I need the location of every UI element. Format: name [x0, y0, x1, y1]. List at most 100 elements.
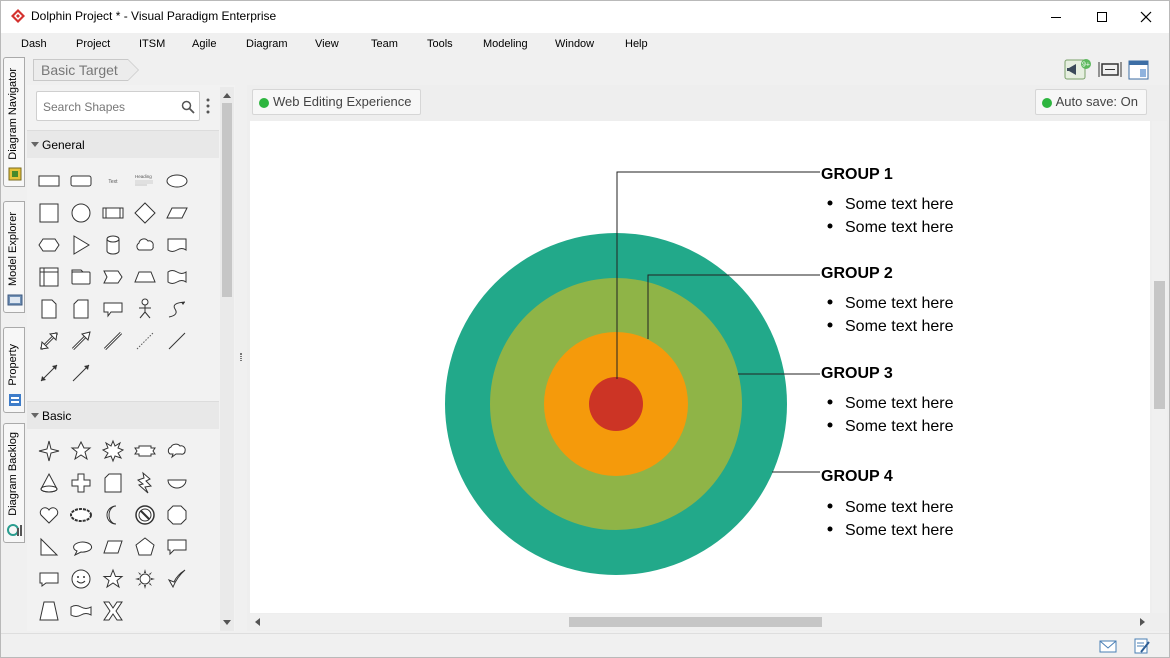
shape-cross[interactable]: [69, 471, 93, 495]
shape-trapezoid[interactable]: [133, 265, 157, 289]
menu-help[interactable]: Help: [625, 38, 648, 50]
shape-diamond[interactable]: [133, 201, 157, 225]
fit-diagram-button[interactable]: [1098, 59, 1122, 81]
group-4-label[interactable]: GROUP 4 Some text here Some text here: [821, 468, 954, 539]
scrollbar-thumb[interactable]: [222, 103, 232, 297]
shape-curved-connector[interactable]: [165, 297, 189, 321]
minimize-button[interactable]: [1033, 1, 1079, 33]
group-3-label[interactable]: GROUP 3 Some text here Some text here: [821, 365, 954, 435]
shape-oval-callout[interactable]: [69, 503, 93, 527]
canvas-vertical-scrollbar[interactable]: [1152, 121, 1167, 613]
panel-splitter[interactable]: [237, 85, 245, 631]
shape-speech-cloud[interactable]: [165, 439, 189, 463]
menu-project[interactable]: Project: [76, 38, 110, 50]
shape-sun[interactable]: [133, 567, 157, 591]
canvas-horizontal-scrollbar[interactable]: [250, 614, 1150, 630]
group-2-label[interactable]: GROUP 2 Some text here Some text here: [821, 265, 954, 335]
shape-4-point-star[interactable]: [37, 439, 61, 463]
shape-oval-speech[interactable]: [69, 535, 93, 559]
menu-team[interactable]: Team: [371, 38, 398, 50]
shape-card-rounded[interactable]: [69, 297, 93, 321]
shape-folded-corner[interactable]: [101, 471, 125, 495]
tab-property[interactable]: Property: [3, 327, 25, 413]
shape-moon[interactable]: [101, 503, 125, 527]
scroll-right-icon[interactable]: [1140, 618, 1145, 626]
scroll-down-icon[interactable]: [223, 620, 231, 625]
tab-diagram-navigator[interactable]: Diagram Navigator: [3, 57, 25, 187]
shape-line[interactable]: [165, 329, 189, 353]
shape-rect-callout[interactable]: [165, 535, 189, 559]
shape-actor[interactable]: [133, 297, 157, 321]
notifications-button[interactable]: 9+: [1064, 59, 1091, 81]
autosave-badge[interactable]: Auto save: On: [1034, 89, 1147, 115]
shape-cloud[interactable]: [133, 233, 157, 257]
edit-note-icon[interactable]: [1133, 638, 1151, 654]
group-1-label[interactable]: GROUP 1 Some text here Some text here: [821, 166, 954, 236]
search-shapes-input[interactable]: Search Shapes: [36, 91, 200, 121]
shape-cone[interactable]: [37, 471, 61, 495]
shape-star[interactable]: [101, 567, 125, 591]
shape-octagon[interactable]: [165, 503, 189, 527]
shape-square[interactable]: [37, 201, 61, 225]
shape-triangle[interactable]: [69, 233, 93, 257]
web-editing-badge[interactable]: Web Editing Experience: [252, 89, 421, 115]
menu-diagram[interactable]: Diagram: [246, 38, 288, 50]
tab-diagram-backlog[interactable]: Diagram Backlog: [3, 423, 25, 543]
menu-view[interactable]: View: [315, 38, 339, 50]
layout-panel-button[interactable]: [1127, 59, 1151, 81]
shape-wave[interactable]: [69, 599, 93, 623]
shape-text[interactable]: Text: [101, 169, 125, 193]
shape-heart[interactable]: [37, 503, 61, 527]
shape-checkmark[interactable]: [165, 567, 189, 591]
shape-block-arrow[interactable]: [69, 329, 93, 353]
shape-pentagon[interactable]: [133, 535, 157, 559]
shape-process[interactable]: [101, 201, 125, 225]
shape-trapezoid-tall[interactable]: [37, 599, 61, 623]
shape-dashed-line[interactable]: [133, 329, 157, 353]
shape-thick-line[interactable]: [101, 329, 125, 353]
maximize-button[interactable]: [1079, 1, 1125, 33]
diagram-canvas[interactable]: GROUP 1 Some text here Some text here GR…: [250, 121, 1150, 613]
breadcrumb[interactable]: Basic Target: [33, 59, 139, 81]
shape-note[interactable]: [37, 297, 61, 321]
shape-bidirectional-line[interactable]: [37, 361, 61, 385]
shape-rectangle[interactable]: [37, 169, 61, 193]
menu-modeling[interactable]: Modeling: [483, 38, 528, 50]
tab-model-explorer[interactable]: Model Explorer: [3, 201, 25, 313]
shape-callout[interactable]: [101, 297, 125, 321]
shape-hexagon[interactable]: [37, 233, 61, 257]
shape-right-triangle[interactable]: [37, 535, 61, 559]
shape-panel-scrollbar[interactable]: [220, 87, 234, 631]
shape-burst[interactable]: [101, 439, 125, 463]
shape-cylinder[interactable]: [101, 233, 125, 257]
close-button[interactable]: [1123, 1, 1169, 33]
shape-circle[interactable]: [69, 201, 93, 225]
menu-dash[interactable]: Dash: [21, 38, 47, 50]
shape-speech-bubble[interactable]: [37, 567, 61, 591]
shape-double-arrow[interactable]: [37, 329, 61, 353]
shape-half-circle[interactable]: [165, 471, 189, 495]
shape-internal-storage[interactable]: [37, 265, 61, 289]
shape-document[interactable]: [165, 233, 189, 257]
shape-x-cross[interactable]: [101, 599, 125, 623]
shape-rounded-rectangle[interactable]: [69, 169, 93, 193]
shape-slanted-box[interactable]: [101, 535, 125, 559]
menu-agile[interactable]: Agile: [192, 38, 216, 50]
menu-tools[interactable]: Tools: [427, 38, 453, 50]
shape-chevron[interactable]: [101, 265, 125, 289]
shape-ellipse[interactable]: [165, 169, 189, 193]
section-general-header[interactable]: General: [27, 130, 219, 158]
mail-icon[interactable]: [1099, 638, 1117, 654]
shape-card[interactable]: [69, 265, 93, 289]
scrollbar-thumb[interactable]: [1154, 281, 1165, 409]
shape-lightning[interactable]: [133, 471, 157, 495]
more-options-icon[interactable]: [205, 97, 211, 115]
shape-arrow-line[interactable]: [69, 361, 93, 385]
menu-itsm[interactable]: ITSM: [139, 38, 165, 50]
section-basic-header[interactable]: Basic: [27, 401, 219, 429]
shape-heading[interactable]: Heading: [133, 169, 157, 193]
shape-smiley[interactable]: [69, 567, 93, 591]
shape-ribbon[interactable]: [133, 439, 157, 463]
shape-tape[interactable]: [165, 265, 189, 289]
menu-window[interactable]: Window: [555, 38, 594, 50]
